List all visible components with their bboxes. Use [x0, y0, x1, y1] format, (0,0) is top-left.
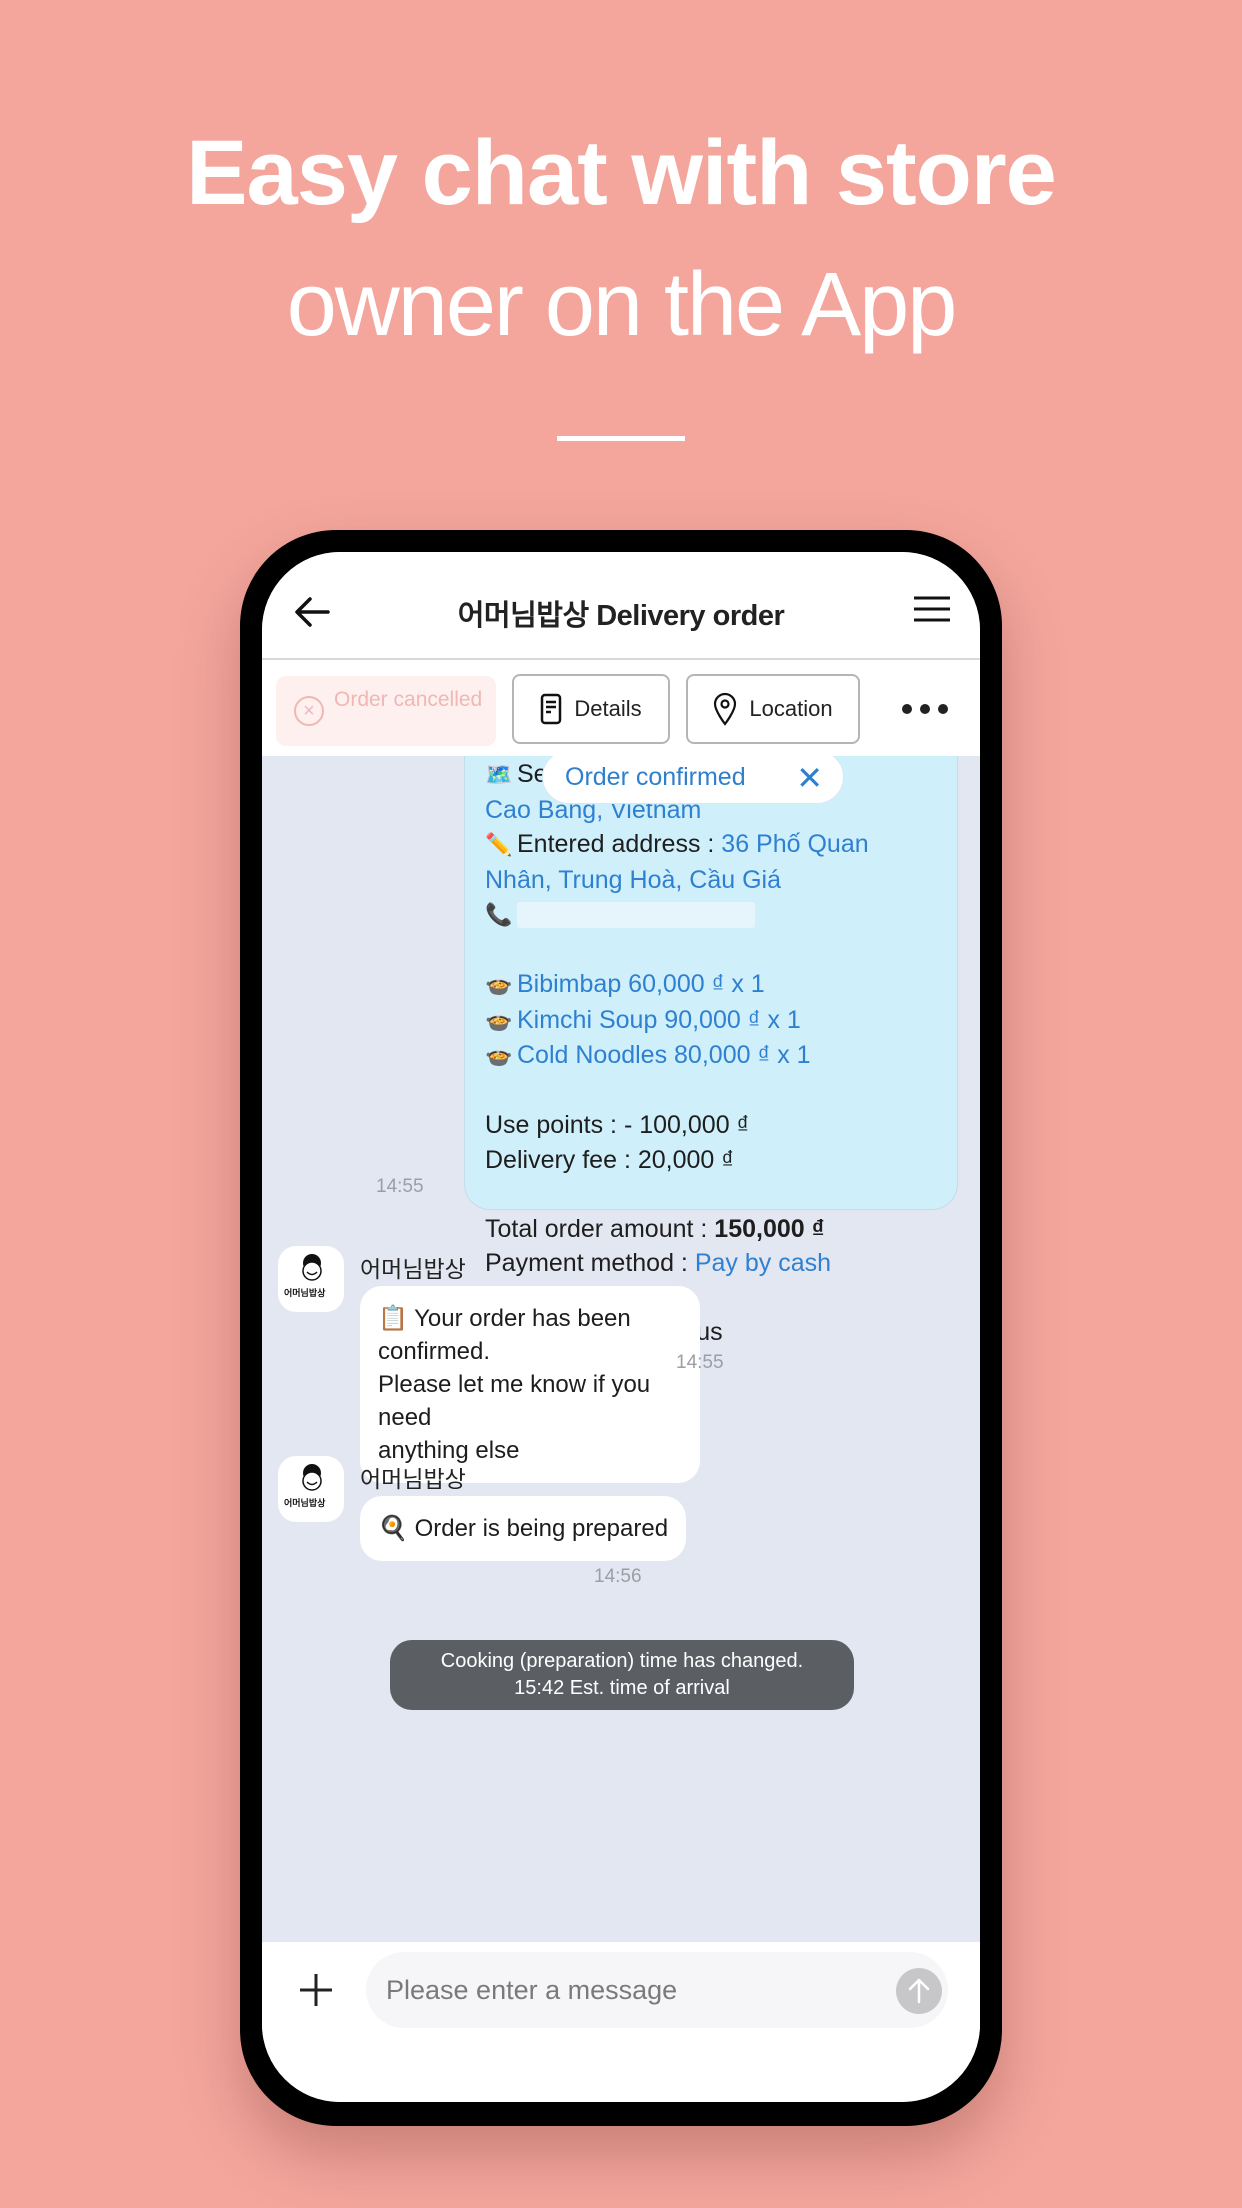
order-cancelled-button[interactable]: × Order cancelled — [276, 676, 496, 746]
hero-title-line1: Easy chat with store — [186, 122, 1057, 224]
phone-icon: 📞 — [485, 902, 513, 927]
system-notice: Cooking (preparation) time has changed. … — [390, 1640, 854, 1710]
store-avatar[interactable]: 어머님밥상 — [278, 1246, 344, 1312]
entered-address-value: 36 Phố Quan — [721, 830, 869, 858]
store-avatar[interactable]: 어머님밥상 — [278, 1456, 344, 1522]
arrow-up-icon — [908, 1978, 930, 2004]
plus-icon — [300, 1974, 332, 2006]
order-item: 🍲 Cold Noodles 80,000 ₫ x 1 — [485, 1038, 937, 1074]
location-label: Location — [749, 696, 833, 721]
hero-divider — [557, 436, 685, 441]
close-icon[interactable]: ✕ — [796, 759, 823, 797]
world-map-icon: 🗺️ — [485, 762, 513, 787]
order-cancelled-label: Order cancelled — [334, 688, 483, 711]
order-confirmed-toast[interactable]: Order confirmed ✕ — [542, 756, 844, 804]
message-time: 14:56 — [594, 1566, 642, 1587]
total-label: Total order amount : — [485, 1214, 715, 1243]
more-dot-icon — [938, 704, 948, 714]
entered-address-label: Entered address : — [517, 830, 722, 858]
message-time: 14:55 — [376, 1176, 424, 1197]
more-dot-icon — [902, 704, 912, 714]
message-input[interactable] — [366, 1952, 948, 2028]
pencil-icon: ✏️ — [485, 832, 513, 857]
send-button[interactable] — [896, 1968, 942, 2014]
more-options-button[interactable] — [902, 694, 948, 724]
entered-address-value-cont: Nhân, Trung Hoà, Cầu Giá — [485, 865, 781, 894]
order-summary-bubble: 🗺️Selected a Cao Bang, Vietnam ✏️Entered… — [464, 756, 958, 1346]
message-time: 14:55 — [676, 1352, 724, 1373]
order-item: 🍲 Bibimbap 60,000 ₫ x 1 — [485, 967, 937, 1003]
clipboard-icon: 📋 — [378, 1305, 408, 1332]
hero-title-line2: owner on the App — [286, 255, 958, 355]
phone-frame: 어머님밥상 Delivery order × Order cancelled D… — [240, 530, 1002, 2126]
sender-name: 어머님밥상 — [360, 1466, 466, 1492]
location-button[interactable]: Location — [686, 674, 860, 744]
bowl-icon: 🍲 — [485, 1007, 513, 1033]
cancel-circle-icon: × — [294, 696, 324, 726]
bowl-icon: 🍲 — [485, 972, 513, 997]
details-button[interactable]: Details — [512, 674, 670, 744]
sender-name: 어머님밥상 — [360, 1256, 466, 1282]
map-pin-icon — [714, 692, 737, 726]
phone-screen: 어머님밥상 Delivery order × Order cancelled D… — [262, 552, 980, 2102]
chat-area[interactable]: 🗺️Selected a Cao Bang, Vietnam ✏️Entered… — [262, 756, 980, 1942]
page-title: 어머님밥상 Delivery order — [457, 600, 785, 632]
message-bubble: 📋 Your order has been confirmed. Please … — [360, 1286, 700, 1483]
more-dot-icon — [920, 704, 930, 714]
app-header: 어머님밥상 Delivery order — [262, 552, 980, 660]
store-logo-text: 어머님밥상 — [284, 1288, 326, 1298]
attach-button[interactable] — [298, 1972, 334, 2008]
bowl-icon: 🍲 — [485, 1043, 513, 1068]
store-logo-text: 어머님밥상 — [284, 1498, 326, 1508]
order-item: 🍲 Kimchi Soup 90,000 ₫ x 1 — [485, 1003, 937, 1039]
delivery-fee: Delivery fee : 20,000 ₫ — [485, 1145, 735, 1174]
order-confirmed-label: Order confirmed — [565, 762, 746, 791]
order-action-bar: × Order cancelled Details Location — [262, 660, 980, 756]
payment-value: Pay by cash — [694, 1249, 832, 1277]
redacted-phone-number — [517, 902, 755, 929]
hamburger-menu-icon — [914, 596, 950, 622]
payment-label: Payment method : — [485, 1249, 695, 1277]
document-icon — [541, 693, 562, 725]
menu-button[interactable] — [912, 594, 952, 624]
frying-pan-icon: 🍳 — [378, 1515, 408, 1542]
message-bubble: 🍳 Order is being prepared — [360, 1496, 687, 1561]
total-value: 150,000 ₫ — [714, 1214, 825, 1243]
use-points: Use points : - 100,000 ₫ — [485, 1111, 750, 1139]
message-input-bar — [262, 1942, 980, 2102]
details-label: Details — [574, 696, 642, 721]
store-logo-icon — [302, 1464, 322, 1491]
store-logo-icon — [302, 1254, 322, 1281]
